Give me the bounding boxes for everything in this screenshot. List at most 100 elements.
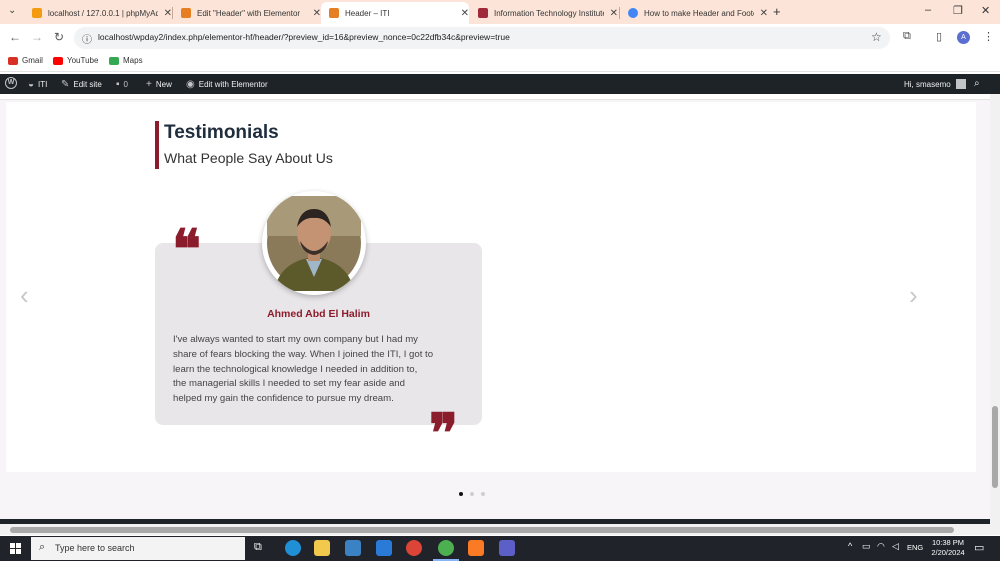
testimonial-line: the managerial skills I needed to set my… — [173, 378, 405, 390]
site-info-icon[interactable]: ⓘ — [82, 31, 92, 46]
gmail-icon — [8, 56, 18, 65]
bookmark-gmail[interactable]: Gmail — [8, 56, 43, 65]
edit-with-elementor-button[interactable]: ◉ Edit with Elementor — [186, 79, 268, 90]
close-icon[interactable]: ✕ — [610, 8, 618, 19]
person-photo — [267, 196, 361, 291]
testimonials-section — [6, 102, 976, 472]
page-viewport: Testimonials What People Say About Us ❝ … — [0, 94, 990, 520]
iti-icon — [478, 8, 488, 18]
carousel-dot-3[interactable] — [481, 492, 485, 496]
close-icon[interactable]: ✕ — [313, 8, 321, 19]
side-panel-icon[interactable]: ▯ — [936, 30, 942, 43]
minimize-icon[interactable]: – — [925, 4, 931, 16]
new-tab-icon[interactable]: + — [773, 4, 781, 19]
task-view-icon[interactable]: ⧉ — [254, 541, 262, 554]
tab-title: Header – ITI — [345, 8, 390, 18]
comments-count: 0 — [123, 80, 128, 89]
bookmark-star-icon[interactable]: ☆ — [871, 30, 882, 44]
file-explorer-icon[interactable] — [314, 540, 330, 556]
close-icon[interactable]: ✕ — [461, 8, 469, 19]
menu-kebab-icon[interactable]: ⋮ — [983, 30, 994, 43]
vertical-scrollbar[interactable] — [990, 94, 1000, 526]
forward-icon[interactable]: → — [31, 30, 43, 44]
close-icon[interactable]: ✕ — [164, 8, 172, 19]
carousel-next-arrow[interactable]: › — [909, 280, 918, 311]
tab-title: How to make Header and Footer — [644, 8, 754, 18]
user-account-button[interactable]: Hi, smasemo — [904, 79, 966, 89]
vertical-scroll-thumb[interactable] — [992, 406, 998, 488]
horizontal-scrollbar[interactable] — [0, 524, 1000, 535]
tab-edit-header[interactable]: Edit "Header" with Elementor ✕ — [173, 2, 321, 24]
taskbar-clock[interactable]: 10:38 PM 2/20/2024 — [926, 538, 970, 558]
new-content-button[interactable]: + New — [146, 79, 172, 90]
tab-search-icon[interactable]: ⌄ — [8, 5, 16, 16]
edge-icon[interactable] — [285, 540, 301, 556]
tab-information-technology[interactable]: Information Technology Institute ✕ — [470, 2, 618, 24]
testimonial-line: share of fears blocking the way. When I … — [173, 348, 434, 360]
bookmark-label: Maps — [123, 56, 143, 65]
admin-search-icon[interactable]: ⌕ — [974, 78, 980, 89]
horizontal-scroll-thumb[interactable] — [10, 527, 954, 533]
admin-site-button[interactable]: ◒ ITI — [28, 79, 47, 90]
teams-icon[interactable] — [499, 540, 515, 556]
chrome-active-icon[interactable] — [438, 540, 454, 556]
wp-admin-bar: W ◒ ITI ✎ Edit site ▪ 0 + New ◉ Edit wit… — [0, 74, 1000, 94]
edit-site-button[interactable]: ✎ Edit site — [61, 79, 102, 90]
carousel-prev-arrow[interactable]: ‹ — [20, 280, 29, 311]
wordpress-icon: W — [5, 77, 17, 89]
search-icon: ⌕ — [39, 541, 46, 553]
restore-icon[interactable]: ❐ — [953, 4, 963, 17]
tab-phpmyadmin[interactable]: localhost / 127.0.0.1 | phpMyAdmin ✕ — [24, 2, 172, 24]
tab-header-iti[interactable]: Header – ITI ✕ — [321, 2, 469, 24]
wifi-icon[interactable]: ◠ — [877, 541, 885, 552]
plus-icon: + — [146, 79, 152, 90]
volume-icon[interactable]: ◁ — [892, 541, 899, 552]
window-close-icon[interactable]: ✕ — [981, 4, 990, 17]
language-indicator[interactable]: ENG — [907, 543, 923, 552]
taskbar-search-box[interactable]: ⌕ Type here to search — [31, 537, 245, 560]
bookmark-youtube[interactable]: YouTube — [53, 56, 98, 65]
tab-title: Edit "Header" with Elementor — [197, 8, 301, 18]
browser-toolbar: ← → ↻ ⓘ localhost/wpday2/index.php/eleme… — [0, 24, 1000, 52]
phpmyadmin-icon — [32, 8, 42, 18]
tab-strip: ⌄ localhost / 127.0.0.1 | phpMyAdmin ✕ E… — [0, 0, 1000, 24]
tab-title: localhost / 127.0.0.1 | phpMyAdmin — [48, 8, 158, 18]
url-text[interactable]: localhost/wpday2/index.php/elementor-hf/… — [98, 32, 510, 42]
profile-avatar[interactable]: A — [957, 31, 970, 44]
mail-icon[interactable] — [376, 540, 392, 556]
carousel-dot-1[interactable] — [459, 492, 463, 496]
extensions-icon[interactable]: ⧉ — [903, 30, 911, 43]
section-title: Testimonials — [164, 122, 279, 143]
elementor-icon — [329, 8, 339, 18]
chrome-icon[interactable] — [406, 540, 422, 556]
clock-time: 10:38 PM — [931, 538, 965, 547]
carousel-dot-2[interactable] — [470, 492, 474, 496]
elementor-logo-icon: ◉ — [186, 79, 195, 90]
bookmark-label: YouTube — [67, 56, 99, 65]
brush-icon: ✎ — [61, 79, 70, 90]
testimonial-line: I've always wanted to start my own compa… — [173, 334, 418, 345]
back-icon[interactable]: ← — [9, 30, 21, 44]
tab-how-to-make-header[interactable]: How to make Header and Footer ✕ — [620, 2, 768, 24]
open-quote-icon: ❝ — [172, 217, 202, 281]
reload-icon[interactable]: ↻ — [54, 30, 64, 44]
clock-date: 2/20/2024 — [931, 548, 965, 557]
bookmark-label: Gmail — [22, 56, 43, 65]
testimonial-text: I've always wanted to start my own compa… — [173, 333, 465, 407]
close-icon[interactable]: ✕ — [760, 8, 768, 19]
store-icon[interactable] — [345, 540, 361, 556]
bookmark-maps[interactable]: Maps — [109, 56, 143, 65]
testimonial-author: Ahmed Abd El Halim — [267, 308, 370, 320]
address-bar[interactable]: ⓘ localhost/wpday2/index.php/elementor-h… — [74, 27, 890, 49]
testimonial-avatar — [262, 191, 366, 295]
wordpress-logo-button[interactable]: W — [5, 77, 17, 89]
windows-start-icon[interactable] — [10, 543, 21, 554]
edit-site-label: Edit site — [73, 80, 102, 89]
dashboard-icon: ◒ — [28, 79, 35, 90]
xampp-icon[interactable] — [468, 540, 484, 556]
battery-icon[interactable]: ▭ — [862, 541, 871, 552]
notifications-icon[interactable]: ▭ — [974, 541, 984, 554]
comments-button[interactable]: ▪ 0 — [116, 79, 128, 90]
tray-chevron-icon[interactable]: ^ — [848, 541, 852, 551]
user-greeting: Hi, smasemo — [904, 79, 951, 89]
